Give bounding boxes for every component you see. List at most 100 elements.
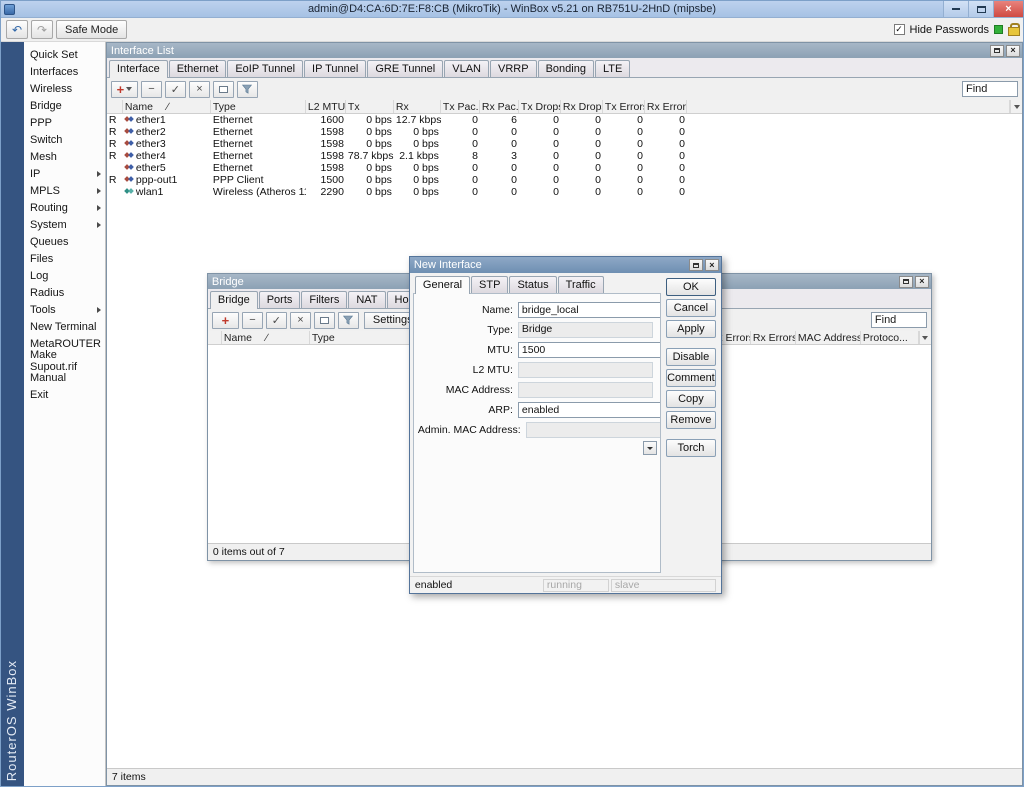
sidebar-item-wireless[interactable]: Wireless	[24, 80, 105, 97]
sidebar-item-ip[interactable]: IP	[24, 165, 105, 182]
table-row[interactable]: Rether4Ethernet159878.7 kbps2.1 kbps8300…	[107, 150, 1022, 162]
sidebar-item-tools[interactable]: Tools	[24, 301, 105, 318]
tab-ethernet[interactable]: Ethernet	[169, 60, 227, 77]
sidebar-item-radius[interactable]: Radius	[24, 284, 105, 301]
tab-stp[interactable]: STP	[471, 276, 508, 293]
tab-ports[interactable]: Ports	[259, 291, 301, 308]
filter-button[interactable]	[338, 312, 359, 329]
column-header-rx[interactable]: Rx	[394, 100, 441, 113]
mtu-field[interactable]	[518, 342, 661, 358]
column-header-tx_drops[interactable]: Tx Drops	[519, 100, 561, 113]
table-row[interactable]: Rether3Ethernet15980 bps0 bps000000	[107, 138, 1022, 150]
maximize-button[interactable]	[968, 1, 993, 17]
remove-button[interactable]: −	[242, 312, 263, 329]
column-header-rx_pac[interactable]: Rx Pac...	[480, 100, 519, 113]
column-header-name[interactable]: Name∕	[222, 331, 310, 344]
sidebar-item-log[interactable]: Log	[24, 267, 105, 284]
table-row[interactable]: wlan1Wireless (Atheros 11N)22900 bps0 bp…	[107, 186, 1022, 198]
column-header-l2mtu[interactable]: L2 MTU	[306, 100, 346, 113]
tab-traffic[interactable]: Traffic	[558, 276, 604, 293]
column-header-type[interactable]: Type	[310, 331, 410, 344]
sidebar-item-quick-set[interactable]: Quick Set	[24, 46, 105, 63]
add-button[interactable]: +	[111, 81, 138, 98]
enable-button[interactable]: ✓	[165, 81, 186, 98]
safe-mode-button[interactable]: Safe Mode	[56, 20, 127, 39]
sidebar-item-routing[interactable]: Routing	[24, 199, 105, 216]
tab-gre-tunnel[interactable]: GRE Tunnel	[367, 60, 443, 77]
table-row[interactable]: Rether1Ethernet16000 bps12.7 kbps060000	[107, 114, 1022, 126]
column-header-tx_errors[interactable]: Tx Errors	[603, 100, 645, 113]
sidebar-item-queues[interactable]: Queues	[24, 233, 105, 250]
column-header-blank[interactable]	[208, 331, 222, 344]
close-button[interactable]: ×	[993, 1, 1023, 17]
find-input[interactable]	[962, 81, 1018, 97]
tab-filters[interactable]: Filters	[301, 291, 347, 308]
close-dialog-button[interactable]: ×	[705, 259, 719, 271]
ok-button[interactable]: OK	[666, 278, 716, 296]
minimize-button[interactable]	[943, 1, 968, 17]
tab-bonding[interactable]: Bonding	[538, 60, 594, 77]
tab-status[interactable]: Status	[509, 276, 556, 293]
table-row[interactable]: Rppp-out1PPP Client15000 bps0 bps000000	[107, 174, 1022, 186]
disable-button[interactable]: Disable	[666, 348, 716, 366]
copy-button[interactable]: Copy	[666, 390, 716, 408]
column-header-rx-errors[interactable]: Rx Errors	[751, 331, 796, 344]
table-row[interactable]: Rether2Ethernet15980 bps0 bps000000	[107, 126, 1022, 138]
restore-button[interactable]	[990, 45, 1004, 57]
column-header-tx_pac[interactable]: Tx Pac...	[441, 100, 480, 113]
restore-button[interactable]	[899, 276, 913, 288]
restore-button[interactable]	[689, 259, 703, 271]
column-header-name[interactable]: Name∕	[123, 100, 211, 113]
sidebar-item-files[interactable]: Files	[24, 250, 105, 267]
remove-button[interactable]: −	[141, 81, 162, 98]
redo-button[interactable]: ↷	[31, 20, 53, 39]
column-select-button[interactable]	[1010, 100, 1022, 113]
sidebar-item-system[interactable]: System	[24, 216, 105, 233]
comment-button[interactable]: Comment	[666, 369, 716, 387]
column-header-flag[interactable]	[107, 100, 123, 113]
tab-interface[interactable]: Interface	[109, 60, 168, 78]
name-field[interactable]	[518, 302, 661, 318]
sidebar-item-mpls[interactable]: MPLS	[24, 182, 105, 199]
tab-bridge[interactable]: Bridge	[210, 291, 258, 309]
sidebar-item-exit[interactable]: Exit	[24, 386, 105, 403]
torch-button[interactable]: Torch	[666, 439, 716, 457]
column-header-mac-address[interactable]: MAC Address	[796, 331, 861, 344]
tab-ip-tunnel[interactable]: IP Tunnel	[304, 60, 366, 77]
column-header-tx[interactable]: Tx	[346, 100, 394, 113]
sidebar-item-interfaces[interactable]: Interfaces	[24, 63, 105, 80]
admin-mac-address-dropdown-button[interactable]	[643, 441, 657, 455]
sidebar-item-bridge[interactable]: Bridge	[24, 97, 105, 114]
close-window-button[interactable]: ×	[1006, 45, 1020, 57]
filter-button[interactable]	[237, 81, 258, 98]
sidebar-item-ppp[interactable]: PPP	[24, 114, 105, 131]
table-row[interactable]: ether5Ethernet15980 bps0 bps000000	[107, 162, 1022, 174]
column-header-rx_errors[interactable]: Rx Errors	[645, 100, 687, 113]
remove-button[interactable]: Remove	[666, 411, 716, 429]
sidebar-item-mesh[interactable]: Mesh	[24, 148, 105, 165]
comment-button[interactable]	[314, 312, 335, 329]
add-button[interactable]: +	[212, 312, 239, 329]
undo-button[interactable]: ↶	[6, 20, 28, 39]
disable-button[interactable]: ×	[189, 81, 210, 98]
sidebar-item-make-supout-rif[interactable]: Make Supout.rif	[24, 352, 105, 369]
column-header-protoco[interactable]: Protoco...	[861, 331, 919, 344]
arp-field[interactable]	[518, 402, 661, 418]
hide-passwords-checkbox[interactable]: ✓	[894, 24, 905, 35]
column-select-button[interactable]	[919, 331, 931, 344]
tab-vlan[interactable]: VLAN	[444, 60, 489, 77]
tab-nat[interactable]: NAT	[348, 291, 385, 308]
sidebar-item-new-terminal[interactable]: New Terminal	[24, 318, 105, 335]
tab-vrrp[interactable]: VRRP	[490, 60, 537, 77]
tab-eoip-tunnel[interactable]: EoIP Tunnel	[227, 60, 303, 77]
enable-button[interactable]: ✓	[266, 312, 287, 329]
apply-button[interactable]: Apply	[666, 320, 716, 338]
comment-button[interactable]	[213, 81, 234, 98]
column-header-rx_drops[interactable]: Rx Drops	[561, 100, 603, 113]
close-window-button[interactable]: ×	[915, 276, 929, 288]
sidebar-item-switch[interactable]: Switch	[24, 131, 105, 148]
disable-button[interactable]: ×	[290, 312, 311, 329]
tab-general[interactable]: General	[415, 276, 470, 294]
tab-lte[interactable]: LTE	[595, 60, 630, 77]
column-header-type[interactable]: Type	[211, 100, 306, 113]
